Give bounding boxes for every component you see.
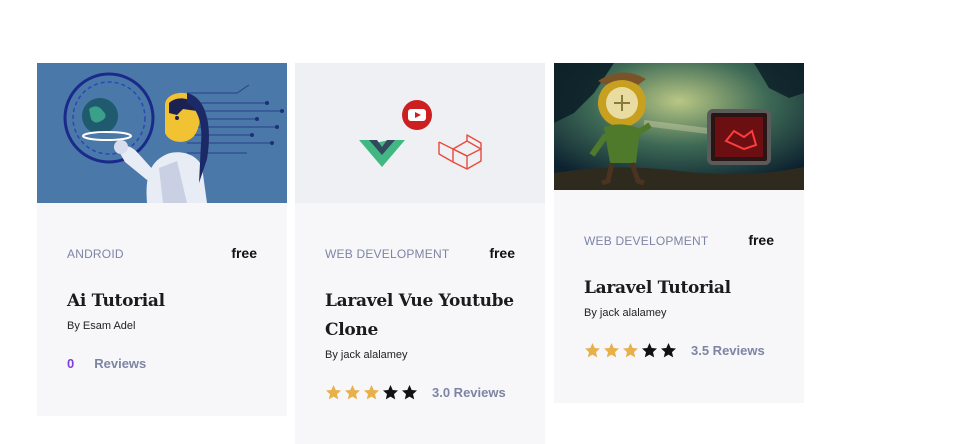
course-price: free	[231, 245, 257, 261]
course-thumbnail[interactable]	[37, 63, 287, 203]
course-thumbnail[interactable]	[554, 63, 804, 190]
course-price: free	[748, 232, 774, 248]
robot-globe-illustration	[37, 63, 287, 203]
star-filled-icon	[585, 342, 600, 357]
course-category[interactable]: WEB DEVELOPMENT	[584, 234, 708, 248]
course-author: By jack alalamey	[584, 307, 667, 319]
course-rating: 0 Reviews	[67, 353, 146, 373]
star-filled-icon	[345, 384, 360, 399]
star-rating	[325, 384, 418, 401]
reviews-label[interactable]: 3.0 Reviews	[432, 385, 506, 400]
reviews-label[interactable]: Reviews	[94, 356, 146, 371]
course-rating: 3.0 Reviews	[325, 382, 506, 402]
star-empty-icon	[642, 342, 657, 357]
course-title[interactable]: Laravel Vue Youtube Clone	[325, 287, 521, 345]
star-rating	[584, 342, 677, 359]
star-filled-icon	[604, 342, 619, 357]
star-filled-icon	[364, 384, 379, 399]
course-title[interactable]: Ai Tutorial	[67, 287, 263, 316]
course-rating: 3.5 Reviews	[584, 340, 765, 360]
course-card[interactable]: WEB DEVELOPMENT free Laravel Tutorial By…	[554, 63, 804, 403]
star-filled-icon	[623, 342, 638, 357]
star-filled-icon	[326, 384, 341, 399]
star-empty-icon	[383, 384, 398, 399]
reviews-label[interactable]: 3.5 Reviews	[691, 343, 765, 358]
vue-youtube-laravel-logos	[295, 63, 545, 203]
star-empty-icon	[661, 342, 676, 357]
cave-explorer-illustration	[554, 63, 804, 190]
course-card[interactable]: WEB DEVELOPMENT free Laravel Vue Youtube…	[295, 63, 545, 444]
course-author: By Esam Adel	[67, 320, 136, 332]
rating-count: 0	[67, 355, 75, 371]
star-empty-icon	[402, 384, 417, 399]
course-category[interactable]: WEB DEVELOPMENT	[325, 247, 449, 261]
course-price: free	[489, 245, 515, 261]
youtube-logo-icon	[402, 100, 432, 130]
course-card[interactable]: ANDROID free Ai Tutorial By Esam Adel 0 …	[37, 63, 287, 416]
course-title[interactable]: Laravel Tutorial	[584, 274, 780, 303]
course-thumbnail[interactable]	[295, 63, 545, 203]
course-category[interactable]: ANDROID	[67, 247, 124, 261]
course-author: By jack alalamey	[325, 349, 408, 361]
